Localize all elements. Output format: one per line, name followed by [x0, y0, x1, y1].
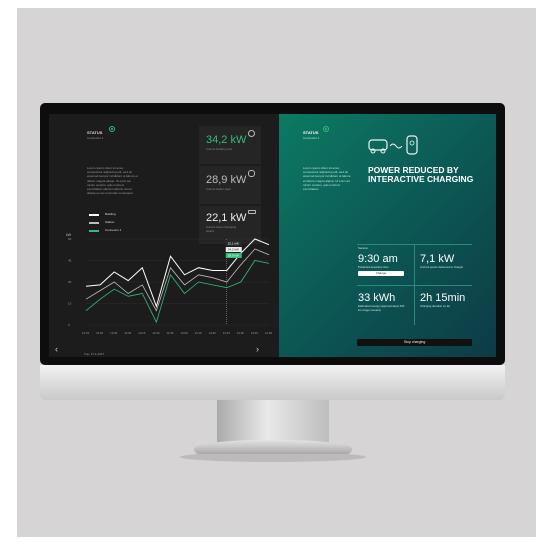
car-charging-icon	[368, 135, 418, 155]
load-chart-svg: kW60453015014:15 13:30 13:45 13:00 12:15 12:3…	[66, 233, 272, 335]
session-label: Session	[358, 246, 368, 250]
monitor-screen: STATUS Connector 1 Lorem ipsum dolor sit…	[49, 114, 496, 357]
x-tick-label: 14:15	[223, 331, 230, 335]
right-connector-label: Connector 1	[303, 136, 320, 140]
right-status-ok-icon	[323, 126, 329, 132]
series-line-station	[85, 248, 270, 312]
load-chart: kW 60 45 30 15 0 14:15 13:30 13:45 13:00 12:15 12:3…	[64, 231, 279, 347]
x-tick-label: 14:00	[209, 331, 216, 335]
x-tick-label: 12:30	[152, 331, 159, 335]
duration-label: Charging duration so far	[420, 304, 451, 308]
charging-panel: STATUS Connector 1 Lorem ipsum dolor sit…	[279, 114, 496, 357]
x-tick-label: 14:00	[265, 331, 272, 335]
dashboard-panel: STATUS Connector 1 Lorem ipsum dolor sit…	[49, 114, 279, 357]
departure-time-label: Predicted departure time	[358, 265, 389, 269]
legend-swatch-building	[89, 214, 99, 216]
chart-date: Tue, 17.1.2017	[84, 352, 105, 356]
x-tick-label: 13:45	[110, 331, 117, 335]
cloud-icon	[248, 130, 255, 137]
description-text: Lorem ipsum dolor sit amet, consectetur …	[87, 166, 138, 196]
station-load-value: 28,9 kW	[206, 174, 247, 186]
departure-time-value: 9:30 am	[358, 253, 398, 265]
monitor-stand-foot	[194, 440, 352, 454]
x-tick-label: 13:30	[96, 331, 103, 335]
x-tick-label: 13:00	[124, 331, 131, 335]
y-tick-label: 60	[68, 237, 72, 241]
energy-value: 33 kWh	[358, 292, 396, 304]
tooltip-connector-text: 22,1 kW	[228, 242, 239, 246]
building-load-label: Current building load	[206, 147, 232, 151]
x-tick-label: 13:15	[195, 331, 202, 335]
connector-label: Connector 1	[87, 136, 104, 140]
chart-next-arrow[interactable]: ›	[256, 345, 259, 354]
legend-label-building: Building	[105, 212, 116, 216]
y-tick-label: 30	[68, 280, 72, 284]
power-value: 7,1 kW	[420, 253, 455, 265]
x-tick-label: 13:00	[181, 331, 188, 335]
connector-load-value: 22,1 kW	[206, 212, 247, 224]
x-tick-label: 12:45	[166, 331, 173, 335]
tooltip-station-text: 28,9 kW	[228, 254, 239, 258]
x-tick-label: 13:45	[251, 331, 258, 335]
power-label: Current power delivered to charger	[420, 265, 464, 269]
building-load-card: 34,2 kW Current building load	[199, 126, 261, 164]
plug-icon	[248, 170, 255, 177]
status-ok-icon	[109, 126, 115, 132]
legend-swatch-station	[89, 222, 99, 224]
series-line-connector	[85, 260, 270, 324]
y-tick-label: 15	[68, 302, 72, 306]
connector-icon	[248, 210, 256, 214]
stop-charging-button[interactable]: Stop charging	[357, 339, 472, 346]
right-status-label: STATUS	[303, 130, 319, 135]
tooltip-building-text: 34,2 kW	[228, 248, 239, 252]
energy-label: Estimated energy (approximately 200 km r…	[358, 304, 405, 312]
monitor-chin	[40, 365, 505, 400]
status-label: STATUS	[87, 130, 103, 135]
y-tick-label: 45	[68, 259, 72, 263]
x-tick-label: 14:15	[82, 331, 89, 335]
station-load-card: 28,9 kW Current station load	[199, 166, 261, 204]
divider-middle	[357, 285, 472, 286]
y-tick-label: 0	[68, 323, 70, 327]
legend-label-station: Station	[105, 220, 115, 224]
duration-value: 2h 15min	[420, 292, 466, 304]
building-load-value: 34,2 kW	[206, 134, 247, 146]
chart-prev-arrow[interactable]: ‹	[55, 345, 58, 354]
right-description-text: Lorem ipsum dolor sit amet, consectetur …	[303, 166, 351, 192]
change-button[interactable]: Change	[358, 271, 404, 276]
x-tick-label: 12:15	[138, 331, 145, 335]
power-reduced-title: POWER REDUCED BY INTERACTIVE CHARGING	[368, 165, 474, 184]
x-tick-label: 13:30	[237, 331, 244, 335]
station-load-label: Current station load	[206, 187, 231, 191]
